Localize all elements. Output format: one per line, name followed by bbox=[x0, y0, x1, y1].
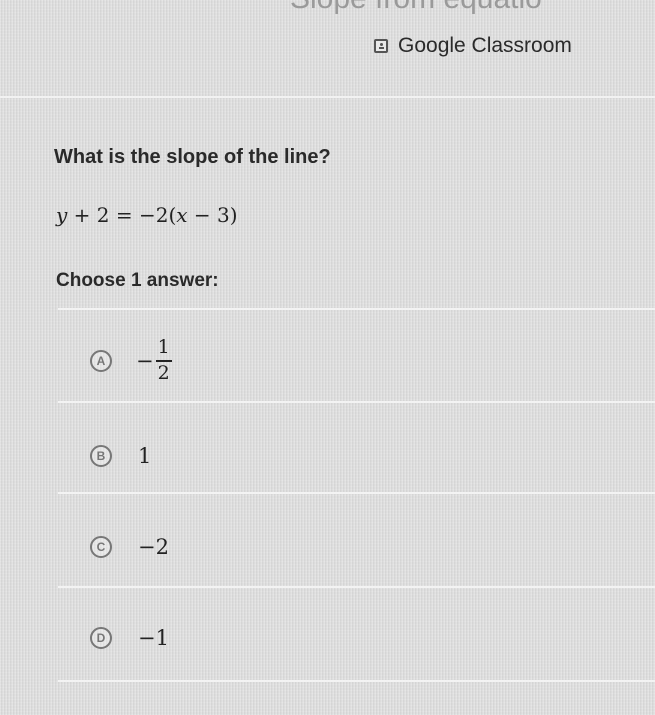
choice-divider bbox=[58, 308, 655, 310]
choice-divider bbox=[58, 492, 655, 494]
choice-b-value: 1 bbox=[138, 444, 152, 468]
equation-y: y bbox=[56, 203, 68, 227]
choice-a-fraction: 1 2 bbox=[155, 337, 172, 384]
choice-divider bbox=[58, 586, 655, 588]
choice-c-letter: C bbox=[90, 536, 112, 558]
choice-a-letter: A bbox=[90, 349, 112, 372]
choice-d-value: −1 bbox=[138, 626, 169, 650]
choice-d[interactable]: D −1 bbox=[90, 626, 169, 650]
choice-d-letter: D bbox=[90, 627, 112, 649]
equation-x: x bbox=[176, 203, 188, 227]
choice-c-value: −2 bbox=[138, 535, 169, 559]
choice-a-sign: − bbox=[136, 348, 154, 373]
equation-part1: + 2 = −2( bbox=[67, 203, 177, 227]
header-divider bbox=[0, 96, 655, 98]
question-prompt: What is the slope of the line? bbox=[54, 146, 331, 168]
equation: y + 2 = −2(x − 3) bbox=[56, 203, 238, 227]
google-classroom-button[interactable]: Google Classroom bbox=[374, 34, 572, 58]
equation-part2: − 3) bbox=[187, 203, 238, 227]
choice-c[interactable]: C −2 bbox=[90, 535, 169, 559]
choice-a-numerator: 1 bbox=[155, 337, 172, 362]
choice-a[interactable]: A − 1 2 bbox=[90, 337, 172, 384]
choice-b[interactable]: B 1 bbox=[90, 444, 151, 468]
choice-b-letter: B bbox=[90, 445, 112, 467]
google-classroom-icon bbox=[374, 39, 388, 53]
choice-a-value: − 1 2 bbox=[136, 337, 172, 384]
choose-instruction: Choose 1 answer: bbox=[56, 270, 219, 291]
choice-a-denominator: 2 bbox=[157, 361, 170, 384]
google-classroom-label: Google Classroom bbox=[398, 34, 572, 57]
choice-divider bbox=[58, 680, 655, 682]
lesson-title: Slope from equatio bbox=[290, 0, 655, 16]
choice-divider bbox=[58, 401, 655, 403]
